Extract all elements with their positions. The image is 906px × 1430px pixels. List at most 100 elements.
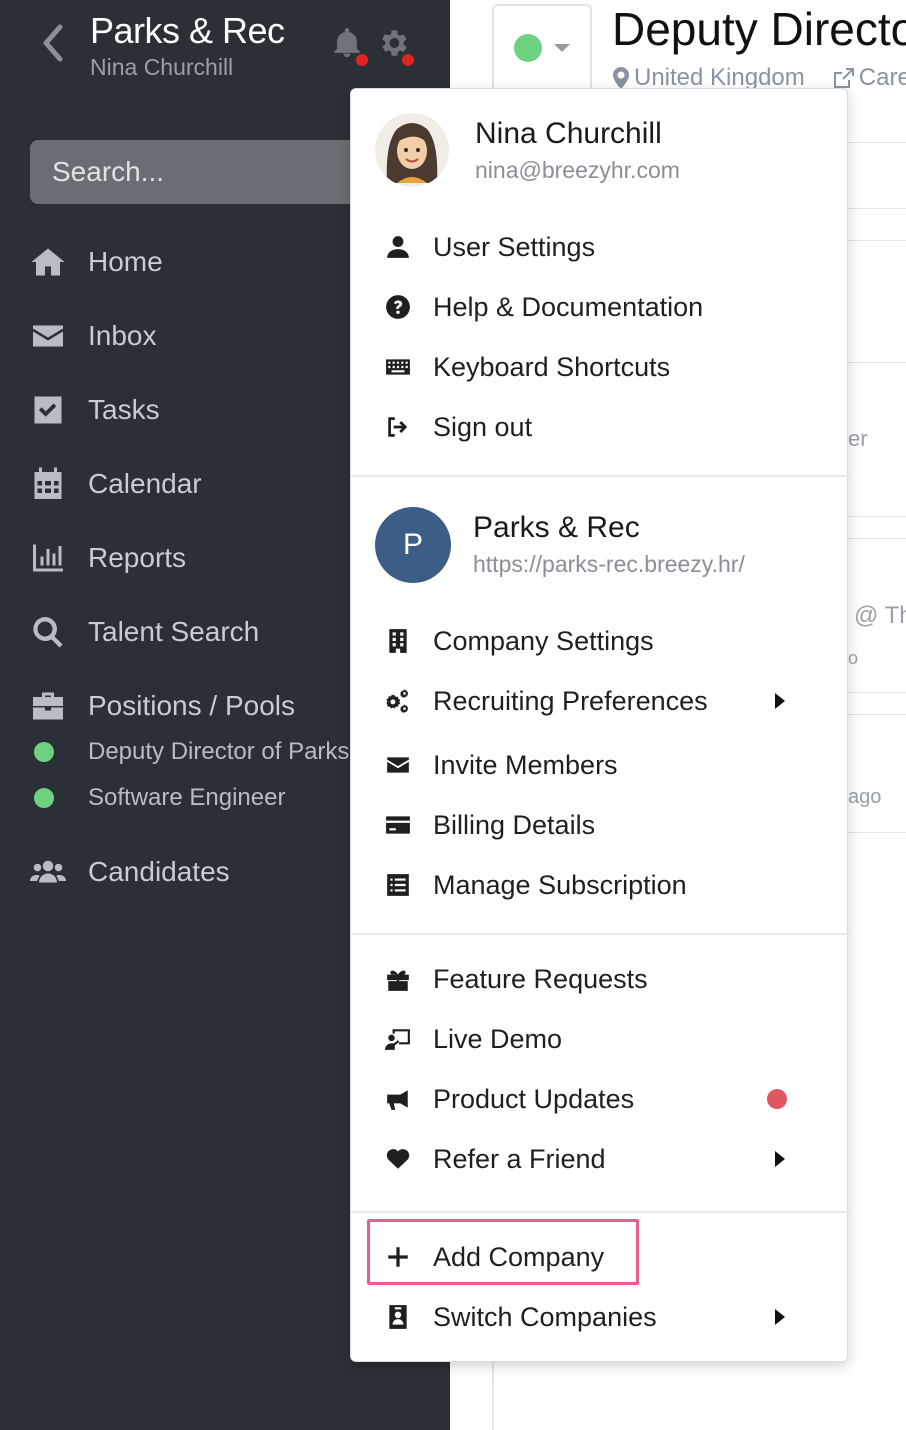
row-divider (848, 714, 906, 715)
menu-item-company-settings[interactable]: Company Settings (381, 617, 821, 665)
caret-down-icon (554, 44, 570, 52)
notifications-button[interactable] (330, 26, 370, 66)
position-status-dropdown[interactable] (492, 4, 592, 92)
text-fragment: er (848, 426, 868, 451)
menu-divider (351, 475, 849, 477)
credit-card-icon (381, 808, 415, 842)
menu-item-refer-a-friend[interactable]: Refer a Friend (381, 1135, 821, 1183)
search-icon (28, 612, 68, 652)
sidebar-user-name: Nina Churchill (90, 54, 234, 80)
menu-user-name: Nina Churchill (475, 117, 662, 150)
sidebar-item-reports[interactable]: Reports (28, 532, 186, 584)
sidebar-item-label: Reports (88, 542, 187, 573)
caret-right-icon (775, 1151, 785, 1167)
row-divider (848, 142, 906, 143)
heart-icon (381, 1142, 415, 1176)
question-circle-icon (381, 290, 415, 324)
company-avatar: P (375, 507, 451, 583)
users-icon (28, 852, 68, 892)
map-marker-icon (613, 67, 629, 89)
menu-item-add-company[interactable]: Add Company (381, 1233, 821, 1281)
sidebar-item-label: Candidates (88, 856, 230, 887)
menu-item-label: Manage Subscription (433, 869, 687, 900)
search-input[interactable] (30, 140, 370, 204)
sidebar-company-name: Parks & Rec (90, 10, 285, 51)
sidebar-item-label: Calendar (88, 468, 202, 499)
status-dot (514, 34, 542, 62)
sidebar-item-label: Tasks (88, 394, 160, 425)
text-fragment: @ Th (854, 602, 906, 629)
menu-item-product-updates[interactable]: Product Updates (381, 1075, 821, 1123)
menu-item-feature-requests[interactable]: Feature Requests (381, 955, 821, 1003)
menu-item-recruiting-preferences[interactable]: Recruiting Preferences (381, 677, 821, 725)
row-divider (848, 538, 906, 539)
calendar-icon (28, 464, 68, 504)
menu-item-live-demo[interactable]: Live Demo (381, 1015, 821, 1063)
megaphone-icon (381, 1082, 415, 1116)
menu-item-label: Add Company (433, 1241, 605, 1272)
status-dot (34, 742, 54, 762)
row-divider (848, 362, 906, 363)
row-divider (848, 692, 906, 693)
sidebar-item-label: Positions / Pools (88, 690, 295, 721)
menu-item-keyboard-shortcuts[interactable]: Keyboard Shortcuts (381, 343, 821, 391)
menu-item-billing-details[interactable]: Billing Details (381, 801, 821, 849)
text-fragment: ago (848, 786, 882, 808)
plus-icon (381, 1240, 415, 1274)
menu-item-label: Keyboard Shortcuts (433, 351, 671, 382)
menu-item-label: Invite Members (433, 749, 618, 780)
careers-link[interactable]: Care (859, 64, 906, 92)
bar-chart-icon (28, 538, 68, 578)
menu-user-email: nina@breezyhr.com (475, 157, 680, 183)
menu-item-user-settings[interactable]: User Settings (381, 223, 821, 271)
sidebar-item-calendar[interactable]: Calendar (28, 458, 202, 510)
menu-divider (351, 1211, 849, 1213)
account-menu: Nina Churchill nina@breezyhr.com User Se… (350, 88, 849, 1362)
menu-item-label: Sign out (433, 411, 533, 442)
menu-item-label: Billing Details (433, 809, 596, 840)
avatar (375, 113, 449, 187)
checkbox-icon (28, 390, 68, 430)
settings-button[interactable] (376, 26, 416, 66)
menu-item-label: Feature Requests (433, 963, 648, 994)
sidebar-item-talent-search[interactable]: Talent Search (28, 606, 259, 658)
sign-out-icon (381, 410, 415, 444)
menu-item-label: Refer a Friend (433, 1143, 606, 1174)
menu-divider (351, 933, 849, 935)
notification-dot (356, 54, 368, 66)
list-icon (381, 868, 415, 902)
sidebar-position-deputy-director[interactable]: Deputy Director of Parks a (34, 732, 369, 772)
sidebar-item-label: Talent Search (88, 616, 260, 647)
chevron-left-icon[interactable] (36, 22, 70, 64)
menu-item-sign-out[interactable]: Sign out (381, 403, 821, 451)
text-fragment: o (848, 648, 859, 668)
unread-indicator-dot (767, 1089, 787, 1109)
row-divider (848, 240, 906, 241)
menu-item-help[interactable]: Help & Documentation (381, 283, 821, 331)
sidebar-item-home[interactable]: Home (28, 236, 163, 288)
envelope-icon (28, 316, 68, 356)
sidebar-item-candidates[interactable]: Candidates (28, 846, 230, 898)
position-label: Deputy Director of Parks a (88, 738, 370, 765)
sidebar-item-tasks[interactable]: Tasks (28, 384, 160, 436)
position-label: Software Engineer (88, 784, 286, 811)
menu-company-url: https://parks-rec.breezy.hr/ (473, 551, 745, 577)
sidebar-item-inbox[interactable]: Inbox (28, 310, 157, 362)
position-title: Deputy Directo (612, 3, 906, 55)
menu-item-manage-subscription[interactable]: Manage Subscription (381, 861, 821, 909)
menu-item-label: Switch Companies (433, 1301, 657, 1332)
user-icon (381, 230, 415, 264)
sidebar-position-software-engineer[interactable]: Software Engineer (34, 778, 285, 818)
menu-item-invite-members[interactable]: Invite Members (381, 741, 821, 789)
row-divider (848, 832, 906, 833)
keyboard-icon (381, 350, 415, 384)
id-badge-icon (381, 1300, 415, 1334)
cogs-icon (381, 684, 415, 718)
menu-item-switch-companies[interactable]: Switch Companies (381, 1293, 821, 1341)
sidebar-item-positions[interactable]: Positions / Pools (28, 680, 295, 732)
building-icon (381, 624, 415, 658)
sidebar-item-label: Inbox (88, 320, 157, 351)
settings-alert-dot (402, 54, 414, 66)
caret-right-icon (775, 693, 785, 709)
briefcase-icon (28, 686, 68, 726)
